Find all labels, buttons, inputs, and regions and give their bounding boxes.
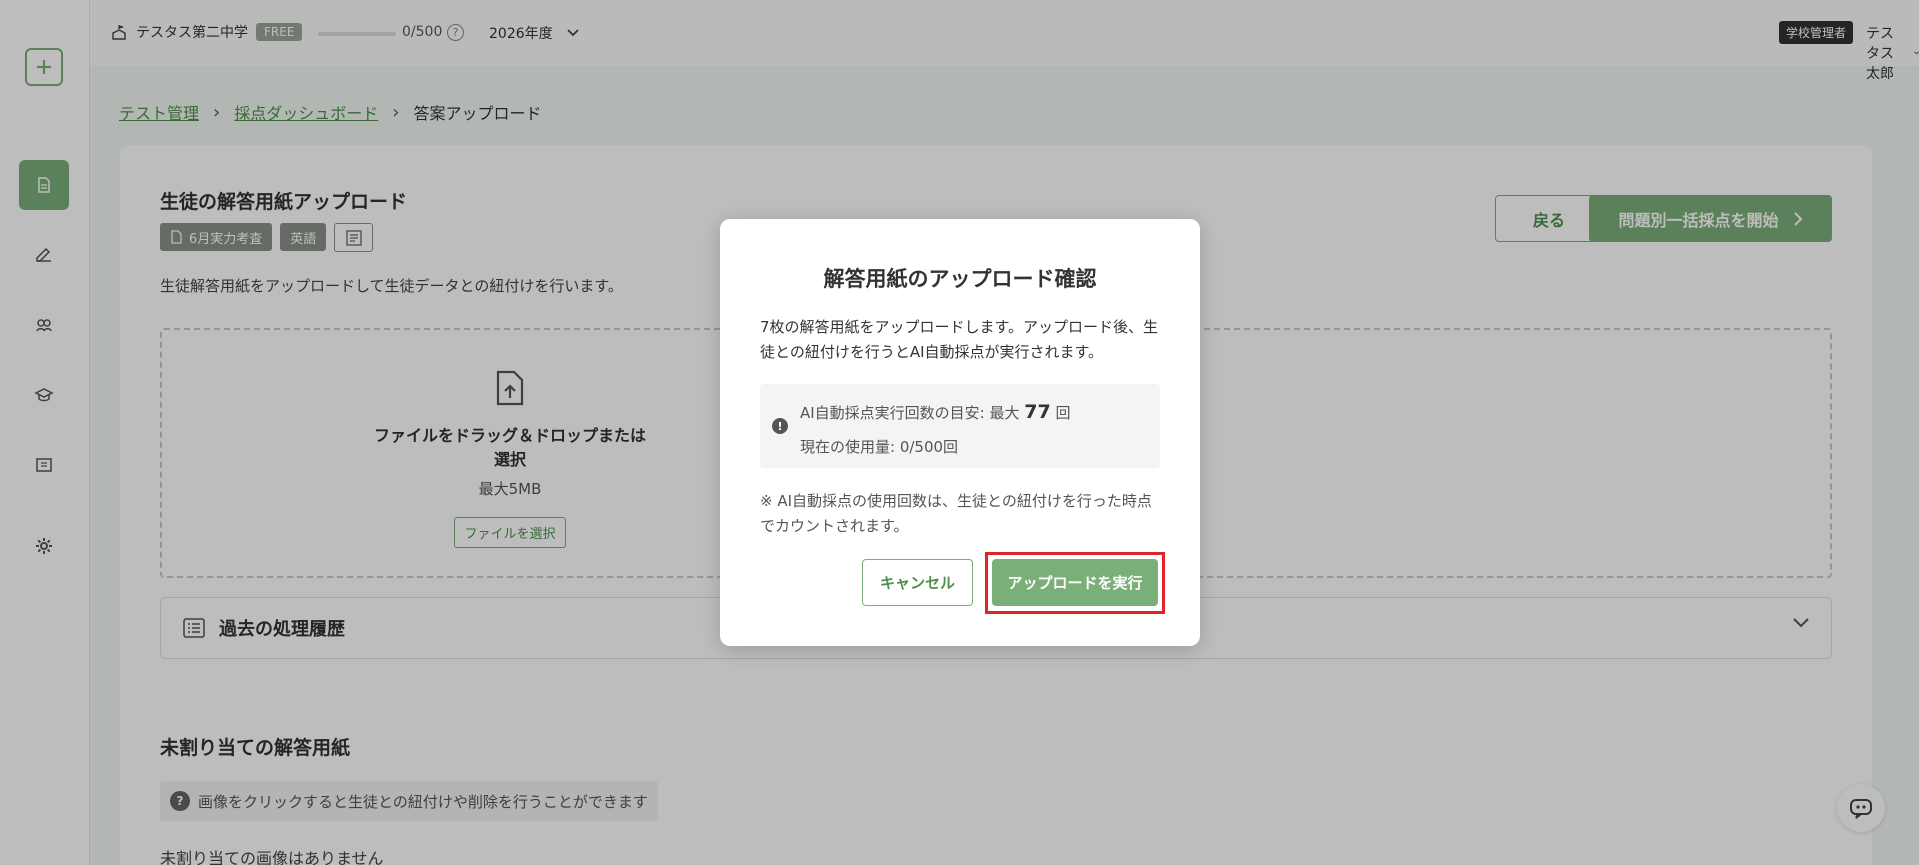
dialog-body: 7枚の解答用紙をアップロードします。アップロード後、生徒との紐付けを行うとAI自… [760,318,1159,361]
ai-estimate-suffix: 回 [1055,404,1071,422]
ai-current-usage: 現在の使用量: 0/500回 [800,438,959,456]
cancel-button[interactable]: キャンセル [862,559,973,606]
ai-estimate-prefix: AI自動採点実行回数の目安: 最大 [800,404,1020,422]
upload-confirm-dialog: 解答用紙のアップロード確認 7枚の解答用紙をアップロードします。アップロード後、… [720,219,1200,646]
ai-usage-info: ! AI自動採点実行回数の目安: 最大 77 回 現在の使用量: 0/500回 [760,384,1160,468]
execute-upload-button[interactable]: アップロードを実行 [992,559,1158,606]
exclamation-icon: ! [772,418,788,434]
ai-estimate-count: 77 [1024,401,1051,423]
ai-estimate: AI自動採点実行回数の目安: 最大 77 回 [800,401,1071,423]
dialog-title: 解答用紙のアップロード確認 [823,267,1097,291]
dialog-note: ※ AI自動採点の使用回数は、生徒との紐付けを行った時点でカウントされます。 [760,492,1152,535]
